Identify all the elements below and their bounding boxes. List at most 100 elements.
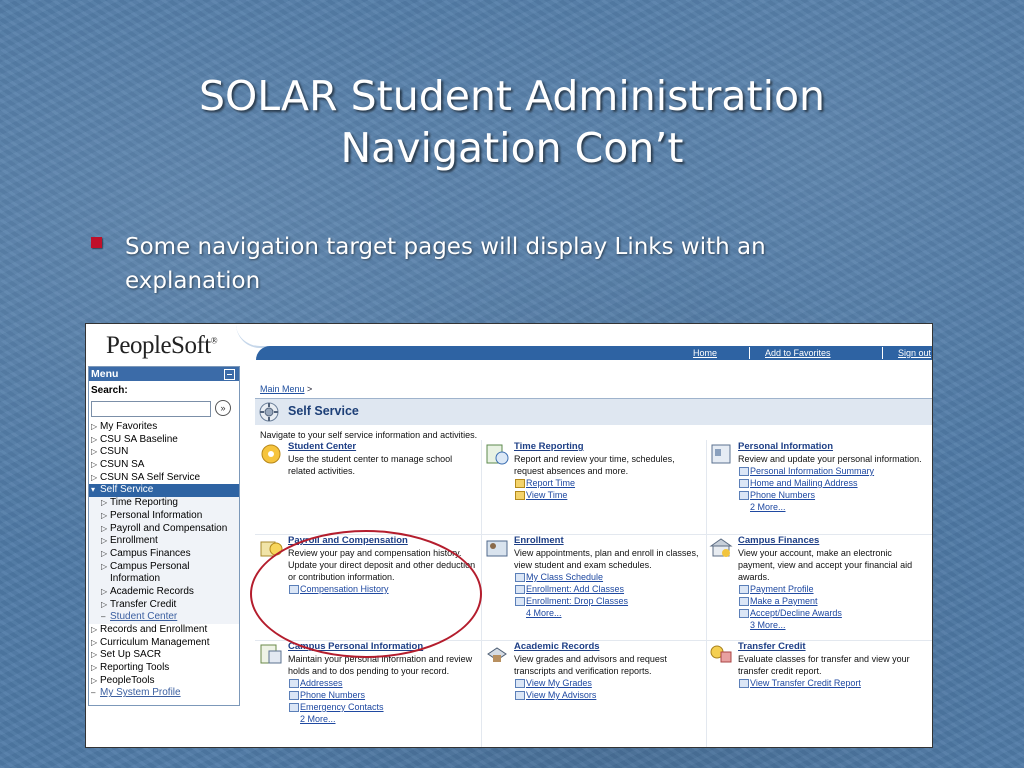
campus-finances-icon: [709, 538, 733, 557]
service-sublink[interactable]: Report Time: [514, 477, 706, 489]
campus-personal-information-icon: [260, 644, 282, 664]
service-tile-title-link[interactable]: Academic Records: [514, 641, 706, 653]
expand-arrow-icon: ▷: [101, 586, 108, 596]
peoplesoft-header: PeopleSoft® Home Add to Favorites Sign o…: [86, 324, 932, 366]
service-tile-body: Student Center Use the student center to …: [288, 441, 480, 477]
expand-arrow-icon: ▷: [91, 422, 98, 431]
breadcrumb-main-menu[interactable]: Main Menu: [260, 384, 305, 394]
service-tile-description: Use the student center to manage school …: [288, 454, 453, 476]
menu-item[interactable]: ▷ Campus Personal: [89, 560, 239, 574]
menu-item[interactable]: ▷ Records and Enrollment: [89, 624, 239, 637]
expand-arrow-icon: ▷: [101, 536, 108, 546]
student-center-icon: [261, 444, 281, 464]
menu-item-label: PeopleTools: [100, 674, 155, 686]
expand-arrow-icon: ▷: [91, 625, 98, 634]
menu-item-label: CSU SA Baseline: [100, 433, 178, 445]
menu-item[interactable]: ▷ Time Reporting: [89, 497, 239, 510]
service-sublink[interactable]: Home and Mailing Address: [738, 477, 930, 489]
service-sublink[interactable]: Make a Payment: [738, 595, 930, 607]
more-link[interactable]: 2 More...: [738, 501, 930, 513]
service-sublink[interactable]: Emergency Contacts: [288, 701, 480, 713]
menu-item[interactable]: ▷ Personal Information: [89, 509, 239, 523]
menu-item[interactable]: ▷ Transfer Credit: [89, 598, 239, 612]
menu-search-input[interactable]: [91, 401, 211, 417]
link-dash-icon: –: [91, 688, 96, 698]
service-tile-title-link[interactable]: Enrollment: [514, 535, 706, 547]
slide-title-line1: SOLAR Student Administration: [198, 72, 826, 120]
menu-item[interactable]: ▷ Set Up SACR: [89, 649, 239, 662]
service-tile-title-link[interactable]: Student Center: [288, 441, 480, 453]
menu-item[interactable]: ▷ Campus Finances: [89, 547, 239, 561]
menu-item[interactable]: ▷ Enrollment: [89, 535, 239, 548]
service-sublink[interactable]: View Transfer Credit Report: [738, 677, 930, 689]
more-link[interactable]: 4 More...: [514, 607, 706, 619]
slide-title-line2: Navigation Con’t: [340, 124, 684, 172]
service-tile-body: Enrollment View appointments, plan and en…: [514, 535, 706, 619]
expand-arrow-icon: ▷: [91, 447, 98, 457]
service-sublink[interactable]: Enrollment: Add Classes: [514, 583, 706, 595]
menu-item[interactable]: ▷ CSUN SA Self Service: [89, 472, 239, 485]
service-sublink[interactable]: Enrollment: Drop Classes: [514, 595, 706, 607]
menu-item[interactable]: ▷ Reporting Tools: [89, 662, 239, 675]
service-sublink[interactable]: My Class Schedule: [514, 571, 706, 583]
menu-item[interactable]: ▷ Payroll and Compensation: [89, 522, 239, 536]
service-sublink[interactable]: View My Advisors: [514, 689, 706, 701]
search-label: Search:: [91, 385, 128, 396]
personal-information-icon: [711, 444, 731, 464]
menu-item-label: Information: [110, 573, 161, 585]
section-title: Self Service: [288, 404, 359, 418]
menu-item[interactable]: ▷ Academic Records: [89, 585, 239, 599]
menu-item[interactable]: – Student Center: [89, 611, 239, 624]
service-tile-body: Campus Finances View your account, make a…: [738, 535, 930, 631]
menu-item-label: Records and Enrollment: [100, 624, 208, 635]
service-tile-title-link[interactable]: Time Reporting: [514, 441, 706, 453]
service-sublink[interactable]: View My Grades: [514, 677, 706, 689]
menu-item[interactable]: – My System Profile: [89, 687, 239, 700]
menu-item[interactable]: ▷ Curriculum Management: [89, 637, 239, 650]
menu-item[interactable]: Information: [89, 573, 239, 586]
service-tile-title-link[interactable]: Transfer Credit: [738, 641, 930, 653]
slide-title: SOLAR Student Administration Navigation …: [0, 70, 1024, 174]
service-sublink[interactable]: Addresses: [288, 677, 480, 689]
menu-item[interactable]: ▾ Self Service: [89, 484, 239, 498]
home-link[interactable]: Home: [693, 348, 717, 358]
menu-header: Menu: [89, 367, 239, 381]
collapse-menu-icon[interactable]: [224, 369, 235, 380]
search-go-icon[interactable]: »: [215, 400, 231, 416]
service-tile-body: Academic Records View grades and advisors…: [514, 641, 706, 701]
service-sublink[interactable]: Phone Numbers: [288, 689, 480, 701]
more-link[interactable]: 3 More...: [738, 619, 930, 631]
sign-out-link[interactable]: Sign out: [898, 348, 931, 358]
service-tile-description: Review and update your personal informat…: [738, 454, 922, 464]
menu-item-label: Personal Information: [110, 509, 203, 521]
header-link-separator: [882, 347, 883, 359]
service-tile-description: Evaluate classes for transfer and view y…: [738, 654, 910, 676]
expand-arrow-icon: ▷: [91, 472, 98, 482]
menu-item[interactable]: ▷ My Favorites: [89, 421, 239, 434]
menu-item[interactable]: ▷ PeopleTools: [89, 675, 239, 688]
peoplesoft-screenshot: PeopleSoft® Home Add to Favorites Sign o…: [85, 323, 933, 748]
service-sublink[interactable]: Accept/Decline Awards: [738, 607, 930, 619]
menu-item-label: Campus Personal: [110, 560, 190, 572]
menu-item[interactable]: ▷ CSUN SA: [89, 459, 239, 472]
expand-arrow-icon: ▷: [101, 523, 108, 533]
breadcrumb: Main Menu >: [260, 384, 312, 394]
self-service-icon: [259, 402, 279, 422]
menu-item-label: My System Profile: [100, 687, 181, 699]
add-to-favorites-link[interactable]: Add to Favorites: [765, 348, 831, 358]
time-reporting-icon: [486, 444, 509, 465]
menu-item[interactable]: ▷ CSUN: [89, 446, 239, 459]
service-tile-title-link[interactable]: Campus Finances: [738, 535, 930, 547]
service-sublink[interactable]: View Time: [514, 489, 706, 501]
service-sublink[interactable]: Payment Profile: [738, 583, 930, 595]
more-link[interactable]: 2 More...: [288, 713, 480, 725]
service-tile-description: Report and review your time, schedules, …: [514, 454, 675, 476]
menu-item[interactable]: ▷ CSU SA Baseline: [89, 434, 239, 447]
service-sublink[interactable]: Personal Information Summary: [738, 465, 930, 477]
service-tile-description: View appointments, plan and enroll in cl…: [514, 548, 699, 570]
grid-divider: [706, 440, 707, 747]
service-sublink[interactable]: Phone Numbers: [738, 489, 930, 501]
menu-panel: Menu Search: » ▷ My Favorites ▷ CSU SA Base…: [88, 366, 240, 706]
service-tile-title-link[interactable]: Personal Information: [738, 441, 930, 453]
expand-arrow-icon: ▷: [101, 599, 108, 609]
